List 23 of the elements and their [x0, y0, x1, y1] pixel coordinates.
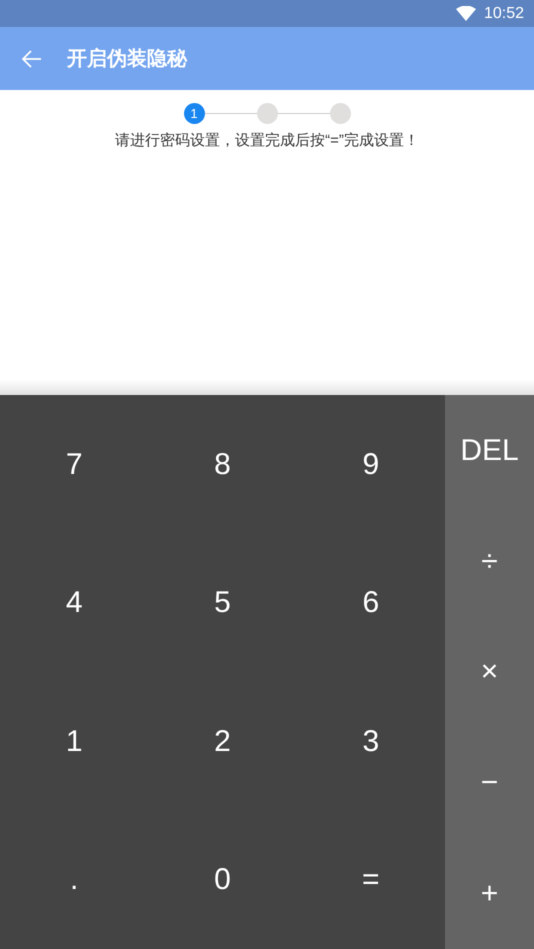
key-button[interactable]: .: [0, 810, 148, 949]
clock: 10:52: [484, 4, 524, 24]
delete-button[interactable]: DEL: [445, 395, 534, 506]
key-button[interactable]: =: [296, 810, 445, 949]
screen-title: 开启伪装隐秘: [67, 46, 187, 72]
operator-button[interactable]: +: [445, 838, 534, 949]
key-button[interactable]: 5: [148, 534, 297, 672]
step-indicator: 1: [184, 103, 204, 124]
key-button[interactable]: 0: [148, 810, 297, 949]
back-arrow-icon: [22, 50, 42, 68]
wifi-icon: [456, 6, 476, 21]
key-button[interactable]: 9: [296, 395, 445, 534]
key-button[interactable]: 3: [296, 672, 445, 810]
key-button[interactable]: 7: [0, 395, 148, 534]
operator-button[interactable]: −: [445, 727, 534, 838]
key-button[interactable]: 4: [0, 534, 148, 672]
key-button[interactable]: 2: [148, 672, 297, 810]
operator-button[interactable]: ÷: [445, 506, 534, 617]
key-button[interactable]: 8: [148, 395, 297, 534]
instruction-text: 请进行密码设置，设置完成后按“=”完成设置！: [115, 131, 419, 151]
key-button[interactable]: 1: [0, 672, 148, 810]
operator-button[interactable]: ×: [445, 616, 534, 728]
key-button[interactable]: 6: [296, 534, 445, 672]
